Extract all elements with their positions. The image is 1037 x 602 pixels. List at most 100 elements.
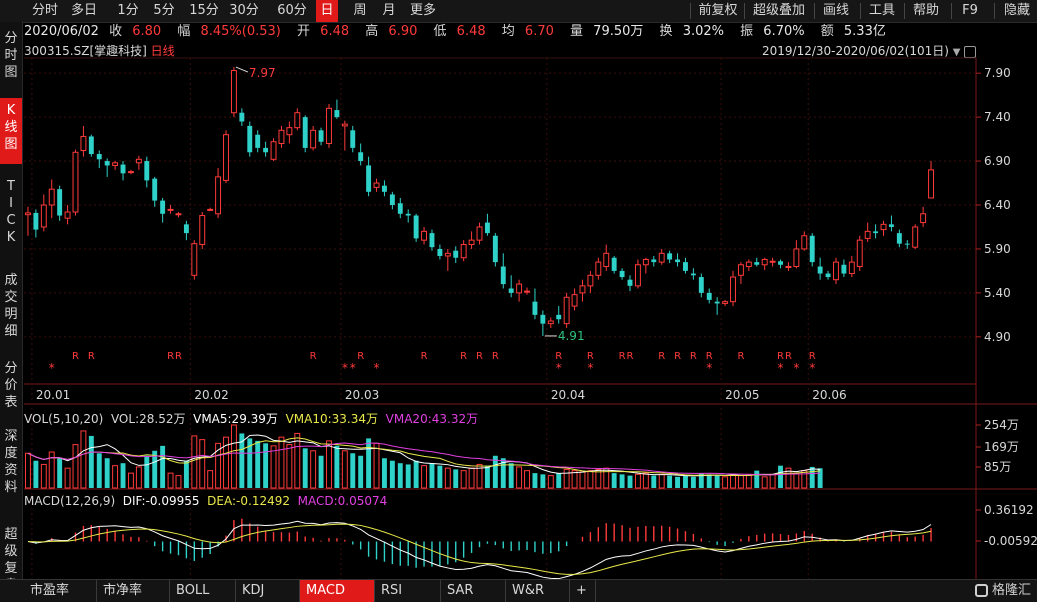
date-tick-label: 20.01 — [36, 388, 70, 402]
volume-bar — [230, 424, 237, 489]
candle-body — [215, 176, 222, 215]
chart-canvas[interactable]: 7.90 7.40 6.90 6.40 5.90 5.40 4.90 20.01 20.02 20… — [0, 0, 1037, 601]
candle-body — [627, 279, 633, 286]
vol-value: VOL:28.52万 — [110, 412, 186, 426]
candle-body — [144, 161, 150, 181]
volume-bar — [683, 475, 688, 488]
candle-body — [556, 314, 562, 320]
candle-body — [270, 141, 277, 160]
candle-body — [769, 260, 776, 263]
volume-bar — [690, 476, 696, 488]
indicator-tab-0[interactable]: 市盈率 — [24, 580, 97, 602]
volume-bar — [263, 443, 269, 488]
candle-body — [421, 230, 428, 241]
candle-body — [278, 129, 285, 144]
r-marker: R — [167, 351, 174, 362]
vol-tick-label: 85万 — [984, 460, 1011, 474]
indicator-tab-8[interactable]: + — [570, 580, 596, 602]
r-marker: R — [476, 351, 483, 362]
candle-body — [302, 117, 308, 148]
volume-bar — [429, 463, 435, 488]
date-tick-label: 20.02 — [194, 388, 228, 402]
volume-bar — [302, 448, 308, 488]
price-tick-label: 7.90 — [984, 66, 1011, 80]
volume-bar — [667, 475, 673, 488]
candle-body — [778, 261, 783, 265]
candle-body — [873, 231, 879, 234]
candle-body — [183, 224, 189, 234]
star-marker: * — [342, 361, 348, 375]
candle-body — [468, 239, 475, 246]
logo-icon — [974, 584, 988, 597]
indicator-tab-4[interactable]: MACD — [300, 580, 375, 602]
candle-body — [864, 230, 871, 239]
indicator-tab-3[interactable]: KDJ — [236, 580, 300, 602]
candle-body — [833, 261, 839, 281]
candle-body — [714, 301, 720, 304]
volume-bar — [381, 458, 387, 488]
volume-bar — [508, 463, 514, 488]
candle-body — [310, 129, 317, 149]
price-tick-label: 6.90 — [984, 154, 1011, 168]
dif-line — [27, 520, 932, 580]
candle-body — [611, 257, 617, 271]
r-marker: R — [785, 351, 792, 362]
indicator-tab-6[interactable]: SAR — [441, 580, 506, 602]
star-marker: * — [350, 361, 356, 375]
r-marker: R — [690, 351, 697, 362]
volume-bar — [278, 436, 285, 489]
volume-bar — [769, 473, 776, 489]
candle-body — [326, 107, 332, 144]
candle-body — [904, 243, 910, 245]
volume-bar — [516, 466, 523, 489]
volume-bar — [255, 440, 261, 488]
candle-body — [658, 252, 665, 263]
price-tick-label: 4.90 — [984, 330, 1011, 344]
indicator-tab-7[interactable]: W&R — [506, 580, 570, 602]
macd-title: MACD(12,26,9) — [24, 494, 116, 508]
candle-body — [619, 270, 625, 278]
candle-body — [667, 253, 673, 260]
volume-bar — [444, 467, 451, 489]
candle-body — [761, 258, 768, 266]
candle-body — [595, 261, 602, 276]
indicator-tab-2[interactable]: BOLL — [170, 580, 236, 602]
volume-bar — [270, 445, 277, 489]
volume-bar — [366, 438, 372, 488]
candle-body — [683, 262, 688, 271]
indicator-tab-1[interactable]: 市净率 — [97, 580, 170, 602]
volume-bar — [167, 472, 174, 489]
volume-bar — [801, 470, 808, 489]
candle-body — [754, 262, 760, 265]
candle-body — [722, 301, 729, 304]
candle-body — [793, 248, 800, 268]
candle-body — [152, 178, 158, 201]
volume-bar — [175, 475, 182, 489]
r-marker: R — [175, 351, 182, 362]
indicator-tab-5[interactable]: RSI — [375, 580, 441, 602]
logo-text: 格隆汇 — [991, 583, 1031, 598]
r-marker: R — [72, 351, 79, 362]
volume-bar — [120, 463, 126, 488]
candle-body — [286, 127, 293, 136]
candle-body — [33, 212, 39, 230]
candle-body — [484, 222, 490, 234]
dea-value: DEA:-0.12492 — [207, 494, 290, 508]
r-marker: R — [492, 351, 499, 362]
max-price-label: 7.97 — [249, 66, 276, 80]
r-marker: R — [310, 351, 317, 362]
volume-bar — [437, 465, 443, 488]
volume-bar — [326, 440, 332, 489]
volume-bar — [754, 470, 760, 488]
vol-tick-label: 169万 — [984, 440, 1019, 454]
volume-bar — [571, 470, 578, 489]
date-tick-label: 20.05 — [725, 388, 759, 402]
volume-bar — [634, 473, 641, 489]
candle-body — [112, 162, 119, 166]
volume-bar — [127, 472, 134, 489]
volume-bar — [421, 465, 428, 489]
r-marker: R — [460, 351, 467, 362]
candle-body — [730, 276, 736, 303]
candle-body — [397, 203, 403, 214]
r-marker: R — [737, 351, 744, 362]
